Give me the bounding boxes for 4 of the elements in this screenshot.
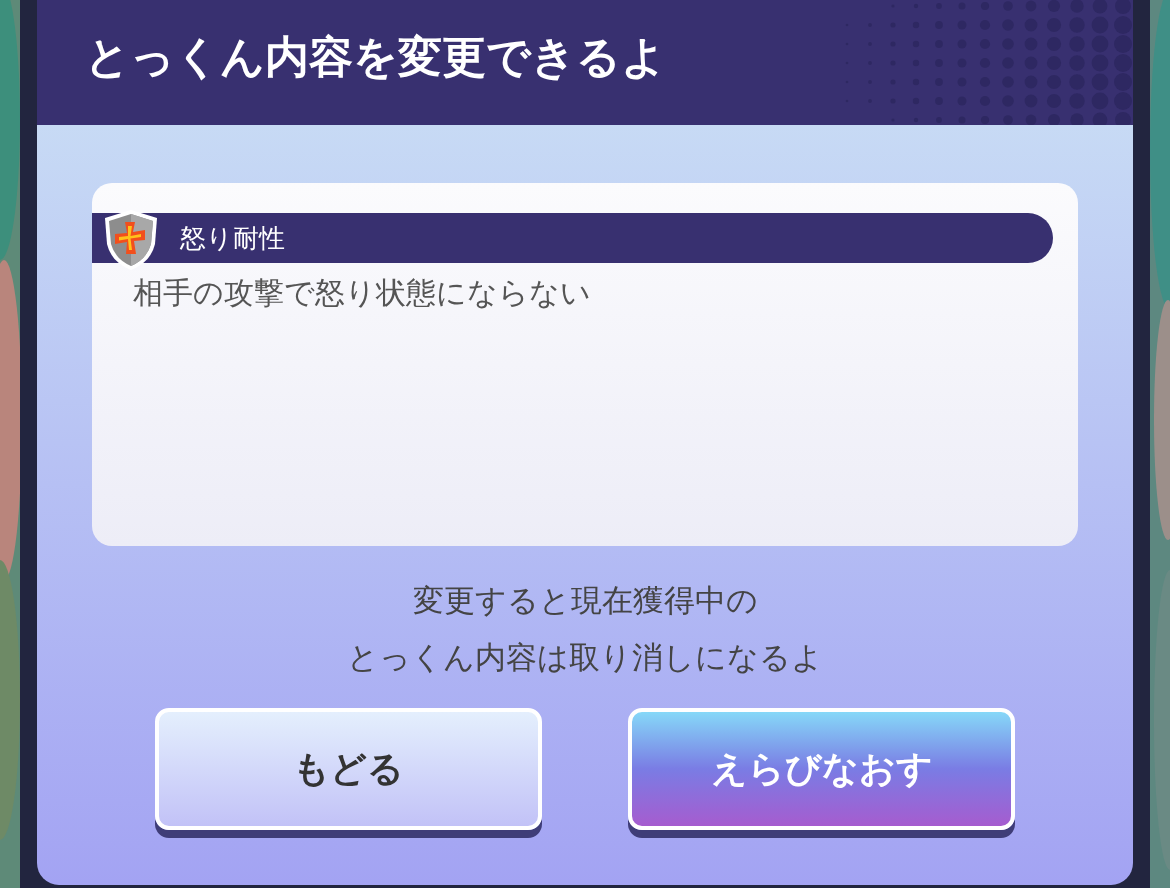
notice-text: 変更すると現在獲得中の とっくん内容は取り消しになるよ [347,581,823,677]
dialog-title: とっくん内容を変更できるよ [85,30,666,84]
skill-name: 怒り耐性 [180,221,285,255]
skill-description: 相手の攻撃で怒り状態にならない [133,274,592,312]
